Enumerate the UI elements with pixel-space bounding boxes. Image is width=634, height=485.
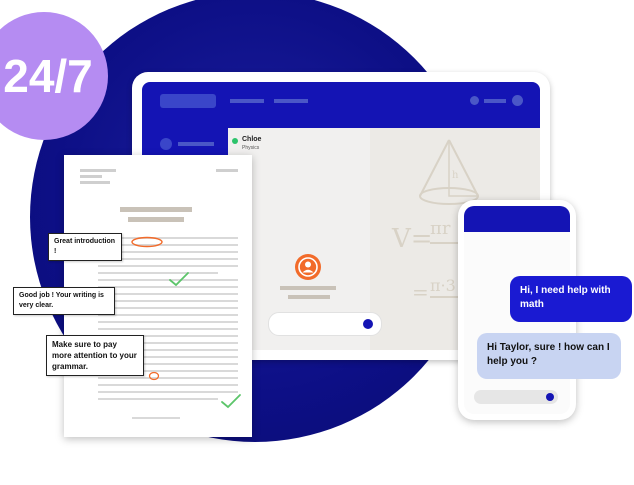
checkmark-icon: [169, 272, 189, 287]
text-line: [98, 321, 238, 323]
circle-mark-icon: [148, 371, 160, 381]
caller-name: Chloe: [242, 136, 262, 143]
badge-text: 24/7: [3, 50, 93, 102]
formula-fraction-top: πr: [430, 218, 451, 239]
caller-subject: Physics: [242, 145, 260, 151]
phone-header: [464, 206, 570, 232]
app-logo: [160, 94, 216, 108]
text-line: [98, 377, 238, 379]
feedback-note-2: Good job ! Your writing is very clear.: [13, 287, 115, 315]
doc-title-line: [128, 217, 184, 222]
nav-link-1[interactable]: [230, 99, 264, 103]
doc-date-line: [216, 169, 238, 172]
text-line: [98, 265, 238, 267]
placeholder-line: [288, 295, 330, 299]
svg-text:h: h: [452, 170, 459, 181]
phone-message-input[interactable]: [474, 390, 558, 404]
text-line: [98, 328, 238, 330]
nav-link-2[interactable]: [274, 99, 308, 103]
text-line: [98, 398, 218, 400]
message-input[interactable]: [268, 312, 382, 336]
text-line: [98, 384, 238, 386]
doc-header-line: [80, 181, 110, 184]
feedback-note-3: Make sure to pay more attention to your …: [46, 335, 144, 376]
online-status-icon: [232, 138, 238, 144]
text-line: [98, 300, 238, 302]
formula-fraction-2: π·3: [430, 276, 456, 295]
placeholder-line: [280, 286, 336, 290]
formula-equals: =: [412, 280, 429, 304]
text-line: [98, 307, 238, 309]
text-line: [98, 314, 238, 316]
phone-send-icon[interactable]: [546, 393, 554, 401]
circle-mark-icon: [131, 236, 163, 248]
nav-link-3[interactable]: [484, 99, 506, 103]
doc-header-line: [80, 175, 102, 178]
send-icon[interactable]: [363, 319, 373, 329]
feedback-note-1: Great introduction !: [48, 233, 122, 261]
user-avatar: [295, 254, 321, 280]
formula-volume: V=: [392, 224, 433, 254]
chat-bubble-user: Hi, I need help with math: [510, 276, 632, 322]
profile-icon[interactable]: [512, 95, 523, 106]
notification-icon[interactable]: [470, 96, 479, 105]
sidebar-item[interactable]: [178, 142, 214, 146]
text-line: [98, 272, 218, 274]
text-line: [98, 391, 238, 393]
doc-header-line: [80, 169, 116, 172]
person-icon: [298, 257, 318, 277]
text-line: [98, 293, 238, 295]
signature-line: [132, 417, 180, 419]
checkmark-icon: [221, 394, 241, 409]
doc-title-line: [120, 207, 192, 212]
chat-bubble-tutor: Hi Taylor, sure ! how can I help you ?: [477, 333, 621, 379]
sidebar-avatar-icon[interactable]: [160, 138, 172, 150]
